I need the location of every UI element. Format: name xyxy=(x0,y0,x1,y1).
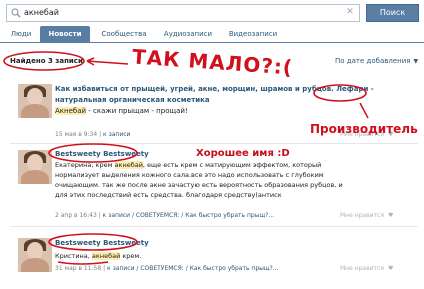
annotation-ring-author xyxy=(48,233,138,251)
annotation-manufacturer: Производитель xyxy=(310,122,418,136)
annotation-ring-count xyxy=(3,51,85,71)
annotation-ring-author xyxy=(48,143,138,163)
annotation-arrow xyxy=(86,60,129,65)
annotation-marks xyxy=(3,51,369,265)
annotation-good-name: Хорошее имя :D xyxy=(196,148,290,159)
annotation-ring-brand xyxy=(313,84,367,102)
annotation-arrow xyxy=(359,102,369,119)
annotation-underline xyxy=(57,261,109,265)
